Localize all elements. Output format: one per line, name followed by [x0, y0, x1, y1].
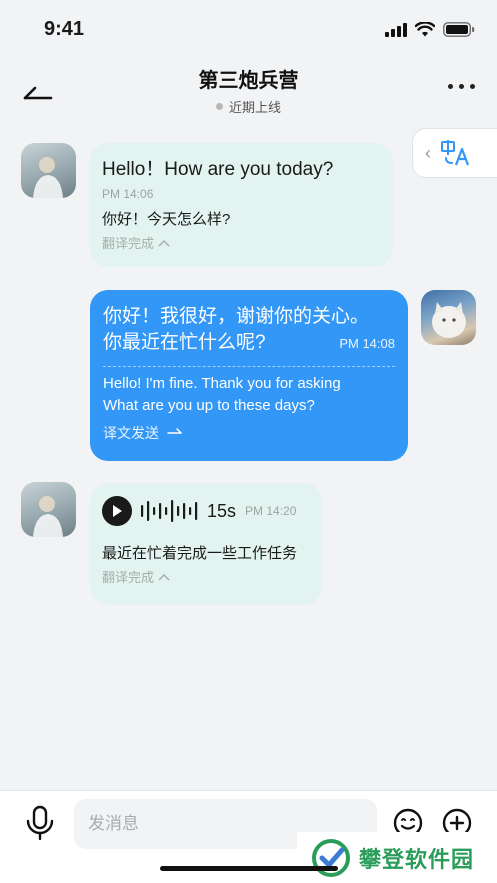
battery-icon	[443, 22, 475, 37]
outgoing-message-bubble[interactable]: 你好！我很好，谢谢你的关心。 你最近在忙什么呢? PM 14:08 Hello!…	[90, 290, 408, 461]
microphone-icon	[26, 805, 54, 841]
translation-sent-text: 译文发送	[103, 425, 159, 441]
chevron-up-icon	[158, 573, 170, 581]
translated-text: 你好！今天怎么样?	[102, 211, 231, 228]
translation-status-text: 翻译完成	[102, 236, 155, 251]
more-dot-icon	[448, 84, 453, 89]
translation-status-text: 翻译完成	[102, 570, 155, 585]
status-time: 9:41	[44, 18, 85, 40]
translation-status[interactable]: 翻译完成	[102, 233, 381, 252]
play-button[interactable]	[102, 496, 132, 526]
chat-title: 第三炮兵营	[198, 70, 299, 92]
cat-photo-icon	[432, 302, 466, 338]
status-icons	[385, 22, 475, 37]
chevron-up-icon	[158, 239, 170, 247]
watermark: 攀登软件园	[297, 832, 497, 883]
voice-player: 15s PM 14:20	[102, 496, 310, 526]
voice-input-button[interactable]	[24, 805, 56, 841]
cellular-signal-icon	[385, 22, 407, 37]
translated-text-line1: Hello! I'm fine. Thank you for asking	[103, 375, 341, 392]
watermark-text: 攀登软件园	[359, 846, 475, 872]
online-status: 近期上线	[215, 97, 281, 116]
wifi-icon	[415, 22, 435, 37]
contact-avatar[interactable]	[21, 143, 76, 198]
translation-divider	[103, 366, 395, 367]
voice-duration: 15s	[207, 500, 237, 521]
person-silhouette-icon	[33, 496, 63, 537]
message-time: PM 14:08	[339, 336, 395, 351]
more-options-button[interactable]	[448, 84, 475, 89]
status-bar: 9:41	[0, 0, 497, 58]
chevron-left-icon: ‹	[425, 142, 431, 163]
waveform-icon	[141, 500, 198, 522]
watermark-logo-icon	[312, 838, 350, 877]
incoming-voice-bubble[interactable]: 15s PM 14:20 最近在忙着完成一些工作任务 翻译完成	[90, 483, 322, 605]
chat-header: 第三炮兵营 近期上线	[0, 58, 497, 120]
home-indicator	[160, 866, 338, 871]
incoming-message-bubble[interactable]: Hello！How are you today? PM 14:06 你好！今天怎…	[90, 143, 393, 267]
arrow-right-icon	[167, 428, 182, 434]
message-text-line2: 你最近在忙什么呢?	[103, 332, 266, 353]
message-time: PM 14:06	[102, 187, 154, 201]
status-dot-icon	[215, 103, 223, 110]
message-text: Hello！How are you today?	[102, 159, 334, 180]
message-time: PM 14:20	[245, 504, 297, 518]
translated-text-line2: What are you up to these days?	[103, 397, 315, 414]
my-avatar[interactable]	[421, 290, 476, 345]
contact-avatar[interactable]	[21, 482, 76, 537]
translate-icon	[441, 140, 470, 166]
translate-toggle-tab[interactable]: ‹	[412, 128, 497, 178]
voice-transcript: 最近在忙着完成一些工作任务	[102, 545, 298, 562]
online-status-text: 近期上线	[228, 100, 281, 115]
message-text-line1: 你好！我很好，谢谢你的关心。	[103, 306, 370, 327]
translation-sent-status[interactable]: 译文发送	[103, 423, 395, 443]
more-dot-icon	[470, 84, 475, 89]
title-block: 第三炮兵营 近期上线	[0, 64, 497, 116]
translation-status[interactable]: 翻译完成	[102, 567, 310, 586]
play-icon	[113, 505, 122, 517]
more-dot-icon	[459, 84, 464, 89]
person-silhouette-icon	[33, 157, 63, 198]
